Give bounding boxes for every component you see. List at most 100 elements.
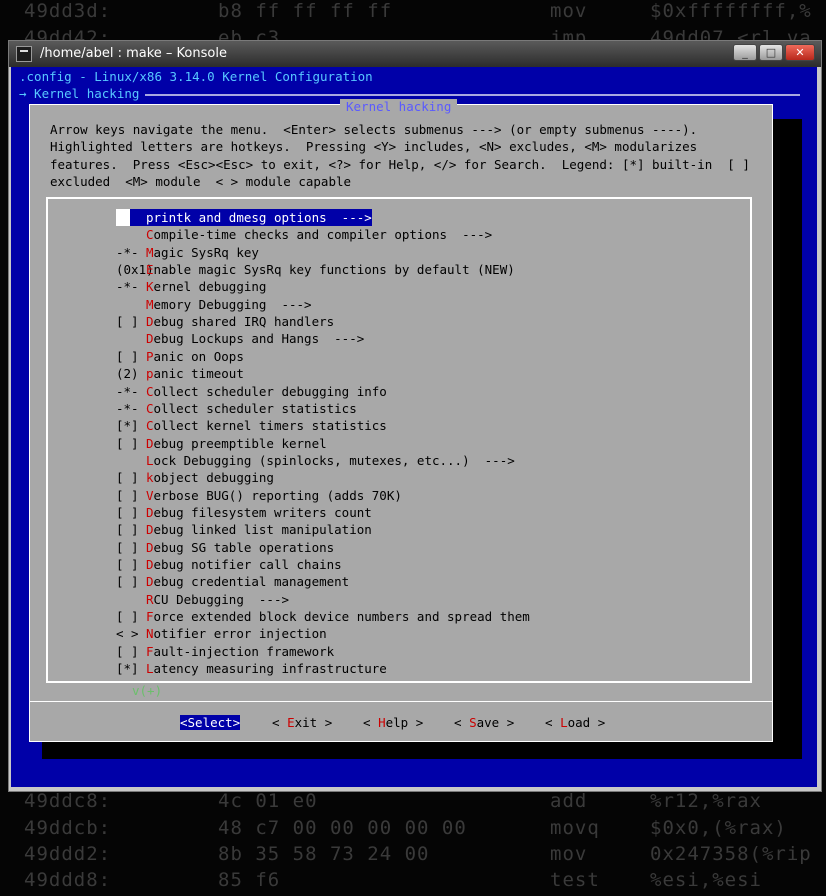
- button-hotkey: E: [287, 715, 295, 730]
- menu-item-state[interactable]: -*-: [116, 278, 146, 295]
- disassembly-column: 49ddc8:: [24, 790, 112, 812]
- menu-item-label: ernel debugging: [153, 279, 267, 295]
- menu-item[interactable]: Debug Lockups and Hangs --->: [116, 330, 364, 347]
- menu-item[interactable]: [ ] Panic on Oops: [116, 348, 244, 365]
- menu-item[interactable]: -*- Collect scheduler statistics: [116, 400, 357, 417]
- menu-item-state[interactable]: -*-: [116, 244, 146, 261]
- load-button[interactable]: < Load >: [545, 715, 605, 730]
- button-label: ave >: [476, 715, 515, 730]
- disassembly-column: movq: [550, 817, 600, 839]
- menu-item-state[interactable]: [ ]: [116, 313, 146, 330]
- menu-item-state[interactable]: [116, 209, 130, 226]
- menu-item-state[interactable]: (0x1): [116, 261, 154, 278]
- menu-item-hotkey: F: [146, 643, 154, 659]
- save-button[interactable]: < Save >: [454, 715, 514, 730]
- maximize-icon[interactable]: □: [759, 44, 783, 61]
- menu-item-state[interactable]: (2): [116, 365, 146, 382]
- disassembly-column: $0x0,(%rax): [650, 817, 787, 839]
- menu-item-state[interactable]: [ ]: [116, 469, 146, 486]
- button-bracket: <: [272, 715, 288, 730]
- menu-item-hotkey: D: [146, 522, 154, 538]
- window-titlebar[interactable]: /home/abel : make – Konsole _ □ ✕: [9, 41, 821, 67]
- menu-item[interactable]: [ ] Debug preemptible kernel: [116, 435, 327, 452]
- terminal-app-icon[interactable]: [16, 46, 32, 62]
- select-button[interactable]: <Select>: [180, 715, 241, 730]
- menu-item[interactable]: [ ] Debug notifier call chains: [116, 556, 342, 573]
- menu-item[interactable]: [ ] Debug filesystem writers count: [116, 504, 372, 521]
- menu-item-hotkey: D: [146, 331, 154, 347]
- disassembly-column: %r12,%rax: [650, 790, 762, 812]
- menu-item-state[interactable]: -*-: [116, 400, 146, 417]
- menu-item-hotkey: D: [146, 314, 154, 330]
- disassembly-column: test: [550, 869, 600, 891]
- menu-item-hotkey: C: [146, 227, 154, 243]
- button-bracket: <: [545, 715, 561, 730]
- menu-item[interactable]: Lock Debugging (spinlocks, mutexes, etc.…: [116, 452, 515, 469]
- menu-item-state[interactable]: [*]: [116, 417, 146, 434]
- more-indicator: v(+): [132, 683, 163, 698]
- menu-item[interactable]: -*- Magic SysRq key: [116, 244, 259, 261]
- menu-item[interactable]: Compile-time checks and compiler options…: [116, 226, 492, 243]
- disassembly-column: 8b 35 58 73 24 00: [218, 843, 430, 865]
- menu-item-hotkey: K: [146, 279, 154, 295]
- menu-item-state[interactable]: [ ]: [116, 539, 146, 556]
- menu-item-hotkey: D: [146, 574, 154, 590]
- menu-item[interactable]: [ ] kobject debugging: [116, 469, 274, 486]
- menu-item[interactable]: [ ] Force extended block device numbers a…: [116, 608, 530, 625]
- help-button[interactable]: < Help >: [363, 715, 423, 730]
- exit-button[interactable]: < Exit >: [272, 715, 332, 730]
- button-bracket: <: [454, 715, 470, 730]
- menu-item-label: ebug notifier call chains: [153, 557, 342, 572]
- minimize-icon[interactable]: _: [733, 44, 757, 61]
- menu-item-label: ock Debugging (spinlocks, mutexes, etc..…: [153, 452, 515, 468]
- menu-item-state[interactable]: [ ]: [116, 556, 146, 573]
- menu-item-hotkey: D: [146, 557, 154, 572]
- disassembly-line: 49ddc8: 4c 01 e0 add %r12,%rax: [0, 790, 826, 817]
- menu-item[interactable]: [*] Latency measuring infrastructure: [116, 660, 387, 677]
- menu-item-label: agic SysRq key: [153, 244, 259, 260]
- help-line: Arrow keys navigate the menu. <Enter> se…: [50, 122, 698, 137]
- menu-item-state[interactable]: [ ]: [116, 643, 146, 660]
- menu-item-label: atency measuring infrastructure: [153, 661, 387, 677]
- menu-item[interactable]: [ ] Debug shared IRQ handlers: [116, 313, 334, 330]
- menu-item-hotkey: p: [146, 210, 154, 225]
- button-bar-divider: [30, 701, 772, 702]
- menu-item-hotkey: E: [146, 262, 154, 278]
- menu-item-state[interactable]: -*-: [116, 383, 146, 400]
- menu-item[interactable]: < > Notifier error injection: [116, 625, 327, 642]
- menu-item-hotkey: C: [146, 400, 154, 416]
- menu-item-hotkey: V: [146, 487, 154, 503]
- menu-item-label: ompile-time checks and compiler options …: [153, 227, 493, 243]
- menu-item-state[interactable]: [ ]: [116, 573, 146, 590]
- close-icon[interactable]: ✕: [785, 44, 815, 61]
- menu-item[interactable]: [ ] Debug SG table operations: [116, 539, 334, 556]
- disassembly-line: 49ddd8: 85 f6 test %esi,%esi: [0, 869, 826, 896]
- menu-item[interactable]: -*- Collect scheduler debugging info: [116, 383, 387, 400]
- menu-item[interactable]: Memory Debugging --->: [116, 296, 312, 313]
- menu-item-state[interactable]: < >: [116, 625, 146, 642]
- menu-item[interactable]: -*- Kernel debugging: [116, 278, 266, 295]
- menu-item-hotkey: R: [146, 591, 154, 607]
- menu-item-state[interactable]: [*]: [116, 660, 146, 677]
- menu-item-state[interactable]: [ ]: [116, 608, 146, 625]
- menu-item[interactable]: [*] Collect kernel timers statistics: [116, 417, 387, 434]
- menu-item-state[interactable]: [ ]: [116, 521, 146, 538]
- menu-item-state[interactable]: [ ]: [116, 487, 146, 504]
- menu-item[interactable]: RCU Debugging --->: [116, 591, 289, 608]
- menu-item[interactable]: [ ] Debug linked list manipulation: [116, 521, 372, 538]
- menu-item-state[interactable]: [ ]: [116, 435, 146, 452]
- disassembly-column: mov: [550, 0, 588, 22]
- menu-item-label: ollect scheduler debugging info: [153, 383, 387, 399]
- menu-item[interactable]: [ ] Verbose BUG() reporting (adds 70K): [116, 487, 402, 504]
- menu-item-hotkey: D: [146, 435, 154, 451]
- menu-item[interactable]: printk and dmesg options --->: [116, 209, 372, 226]
- menu-item[interactable]: (2) panic timeout: [116, 365, 244, 382]
- menu-item[interactable]: [ ] Debug credential management: [116, 573, 349, 590]
- menu-item-state[interactable]: [ ]: [116, 348, 146, 365]
- menu-item-state[interactable]: [ ]: [116, 504, 146, 521]
- menu-item[interactable]: (0x1)Enable magic SysRq key functions by…: [116, 261, 515, 278]
- disassembly-column: $0xffffffff,%: [650, 0, 812, 22]
- menu-item-hotkey: M: [146, 296, 154, 312]
- menu-item[interactable]: [ ] Fault-injection framework: [116, 643, 334, 660]
- terminal-area[interactable]: .config - Linux/x86 3.14.0 Kernel Config…: [11, 67, 817, 787]
